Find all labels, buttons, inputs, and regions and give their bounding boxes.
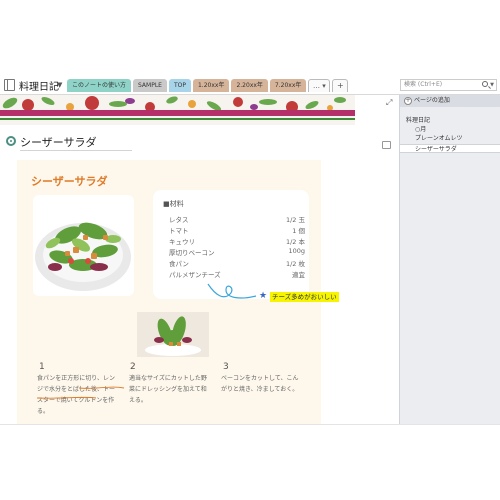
- handwriting-ink: [36, 283, 257, 399]
- highlighted-note[interactable]: チーズ多めがおいしい: [270, 292, 339, 302]
- plated-salad-image: [137, 312, 209, 357]
- page-bottom-divider: [0, 424, 500, 425]
- ink-squiggle: [207, 283, 257, 299]
- star-icon: ★: [259, 291, 268, 301]
- plated-salad-photo: [137, 312, 209, 357]
- ink-underline: [78, 386, 125, 389]
- ink-underline: [36, 396, 97, 399]
